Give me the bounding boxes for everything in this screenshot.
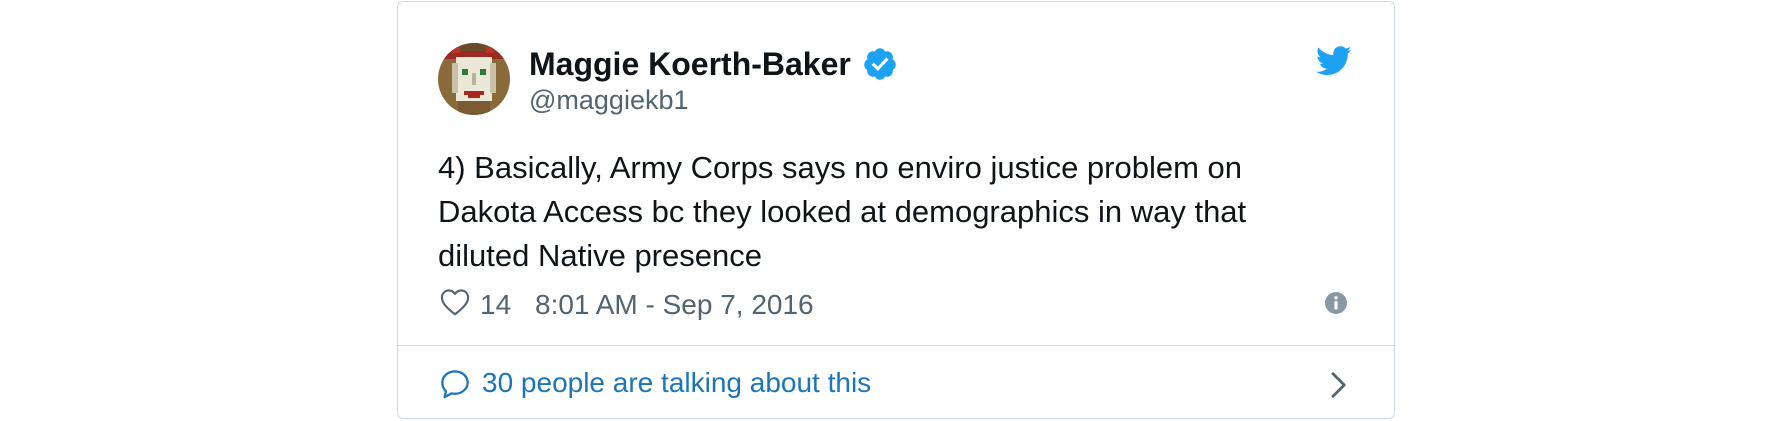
info-icon[interactable] <box>1324 291 1348 315</box>
tweet-meta: 14 8:01 AM - Sep 7, 2016 <box>438 284 1356 324</box>
conversation-link[interactable]: 30 people are talking about this <box>398 346 1394 418</box>
avatar-image <box>438 43 510 115</box>
tweet-timestamp[interactable]: 8:01 AM - Sep 7, 2016 <box>535 288 814 322</box>
like-count[interactable]: 14 <box>480 288 511 322</box>
tweet-card[interactable]: Maggie Koerth-Baker @maggiekb1 4) Basica… <box>397 1 1395 419</box>
chevron-right-icon <box>1331 372 1346 398</box>
avatar[interactable] <box>438 43 510 115</box>
heart-icon[interactable] <box>438 286 472 318</box>
author-handle[interactable]: @maggiekb1 <box>529 83 689 117</box>
author-name[interactable]: Maggie Koerth-Baker <box>529 44 851 84</box>
verified-badge-icon <box>864 48 896 80</box>
twitter-bird-icon[interactable] <box>1316 46 1352 76</box>
conversation-label[interactable]: 30 people are talking about this <box>482 366 871 400</box>
tweet-text: 4) Basically, Army Corps says no enviro … <box>438 150 1247 273</box>
speech-bubble-icon <box>441 370 469 399</box>
